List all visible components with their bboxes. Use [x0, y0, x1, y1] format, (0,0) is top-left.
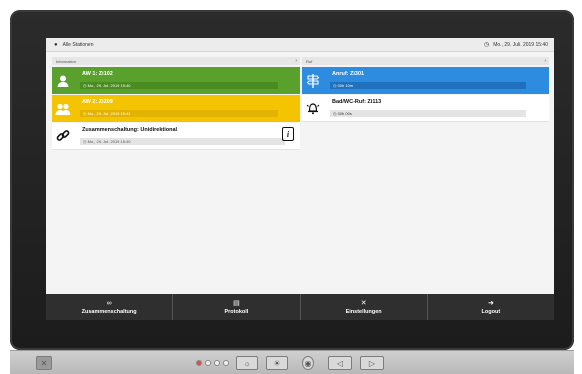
- document-icon: ▤: [233, 299, 240, 307]
- info-badge-label: i: [286, 129, 290, 139]
- monitor-chin: ✕ ☼ ☀ ◉ ◁ ▷: [10, 350, 574, 374]
- column-title: Ruf: [306, 58, 313, 64]
- card-time: 00h 10m: [337, 83, 354, 88]
- card-title: Zusammenschaltung: Unidirektional: [82, 127, 178, 133]
- chevron-right-icon[interactable]: ›: [295, 58, 297, 64]
- location-pin-icon: ●: [54, 41, 58, 48]
- clock-icon: ◷: [483, 42, 490, 48]
- card-subtitle: ◷ Mo., 29. Jul. 2019 15:41: [80, 110, 278, 117]
- top-bar: ● Alle Stationen ◷ Mo., 29. Juli. 2019 1…: [46, 38, 554, 52]
- nav-label: Zusammenschaltung: [81, 308, 137, 315]
- nav-protokoll-button[interactable]: ▤ Protokoll: [173, 294, 301, 320]
- status-led-icon: [223, 360, 229, 366]
- camera-icon[interactable]: ◉: [302, 356, 314, 370]
- signpost-icon: [302, 73, 324, 89]
- bottom-nav: ∞ Zusammenschaltung ▤ Protokoll ✕ Einste…: [46, 294, 554, 320]
- volume-up-icon[interactable]: ▷: [360, 356, 384, 370]
- mute-icon[interactable]: ✕: [36, 356, 52, 370]
- brightness-down-icon[interactable]: ☼: [236, 356, 258, 370]
- card-time: 00h 00s: [337, 111, 352, 116]
- card-subtitle: ◷ 00h 00s: [330, 110, 526, 117]
- card-subtitle: ◷ Mo., 29. Jul. 2019 15:40: [80, 82, 278, 89]
- card-title: Anruf: Zi301: [332, 71, 365, 77]
- nav-label: Einstellungen: [345, 308, 382, 315]
- chevron-right-icon[interactable]: ›: [544, 58, 546, 64]
- card-time: Mo., 29. Jul. 2019 15:40: [87, 139, 131, 144]
- card-aw2[interactable]: AW 2: Zi209 ◷ Mo., 29. Jul. 2019 15:41: [52, 95, 300, 122]
- column-title: Information: [56, 58, 77, 64]
- nav-label: Logout: [481, 308, 501, 315]
- column-header-information: Information ›: [52, 57, 300, 65]
- status-led-icon: [205, 360, 211, 366]
- screen: ● Alle Stationen ◷ Mo., 29. Juli. 2019 1…: [46, 38, 554, 320]
- info-icon[interactable]: i: [282, 127, 294, 141]
- nav-zusammenschaltung-button[interactable]: ∞ Zusammenschaltung: [46, 294, 174, 320]
- card-title: AW 1: Zi102: [82, 71, 113, 77]
- station-label: Alle Stationen: [62, 41, 94, 48]
- people-icon: [52, 102, 74, 116]
- status-led-icon: [196, 360, 202, 366]
- card-title: Bad/WC-Ruf: Zi113: [332, 99, 382, 105]
- link-icon: ∞: [106, 299, 112, 307]
- status-led-icon: [214, 360, 220, 366]
- card-time: Mo., 29. Jul. 2019 15:41: [87, 111, 131, 116]
- datetime-label: Mo., 29. Juli. 2019 15:40: [493, 41, 548, 48]
- card-time: Mo., 29. Jul. 2019 15:40: [87, 83, 131, 88]
- link-icon: [52, 129, 74, 143]
- nav-label: Protokoll: [224, 308, 249, 315]
- bell-icon: [302, 101, 324, 115]
- brightness-up-icon[interactable]: ☀: [266, 356, 288, 370]
- tools-icon: ✕: [360, 299, 367, 307]
- volume-down-icon[interactable]: ◁: [328, 356, 352, 370]
- card-subtitle: ◷ Mo., 29. Jul. 2019 15:40: [80, 138, 285, 145]
- person-icon: [52, 74, 74, 88]
- clock: ◷ Mo., 29. Juli. 2019 15:40: [483, 41, 548, 49]
- card-bad-wc-ruf[interactable]: Bad/WC-Ruf: Zi113 ◷ 00h 00s: [302, 95, 549, 122]
- nav-einstellungen-button[interactable]: ✕ Einstellungen: [301, 294, 428, 320]
- card-zusammenschaltung[interactable]: Zusammenschaltung: Unidirektional ◷ Mo.,…: [52, 123, 300, 150]
- card-aw1[interactable]: AW 1: Zi102 ◷ Mo., 29. Jul. 2019 15:40: [52, 67, 300, 94]
- card-subtitle: ◷ 00h 10m: [330, 82, 526, 89]
- card-anruf[interactable]: Anruf: Zi301 ◷ 00h 10m: [302, 67, 549, 94]
- station-selector[interactable]: ● Alle Stationen: [54, 42, 93, 48]
- column-header-ruf: Ruf ›: [302, 57, 549, 65]
- nav-logout-button[interactable]: ➜ Logout: [428, 294, 554, 320]
- card-title: AW 2: Zi209: [82, 99, 113, 105]
- logout-icon: ➜: [487, 299, 494, 307]
